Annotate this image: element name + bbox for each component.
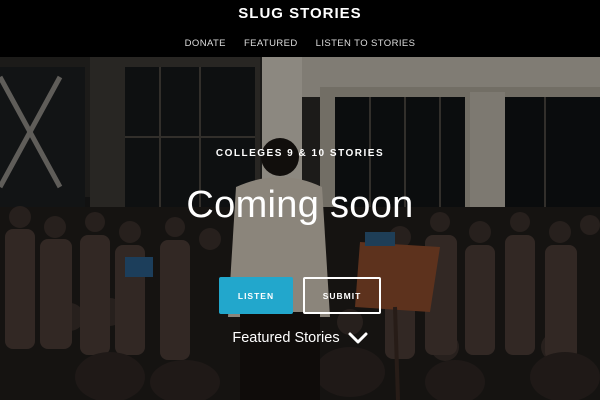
site-header: SLUG STORIES DONATE FEATURED LISTEN TO S… (0, 0, 600, 57)
main-nav: DONATE FEATURED LISTEN TO STORIES (0, 38, 600, 49)
nav-item-featured[interactable]: FEATURED (244, 38, 298, 49)
hero-dim-overlay (0, 57, 600, 400)
featured-stories-label: Featured Stories (232, 330, 340, 346)
nav-item-listen-to-stories[interactable]: LISTEN TO STORIES (316, 38, 416, 49)
featured-stories-link[interactable]: Featured Stories (0, 330, 600, 346)
submit-button[interactable]: SUBMIT (303, 277, 381, 314)
listen-button[interactable]: LISTEN (219, 277, 293, 314)
hero-headline: Coming soon (186, 184, 414, 226)
hero-eyebrow: COLLEGES 9 & 10 STORIES (215, 148, 385, 159)
site-title[interactable]: SLUG STORIES (0, 5, 600, 22)
chevron-down-icon (348, 331, 368, 345)
hero-background-image (0, 57, 600, 400)
hero-buttons: LISTEN SUBMIT (219, 277, 381, 314)
nav-item-donate[interactable]: DONATE (185, 38, 226, 49)
